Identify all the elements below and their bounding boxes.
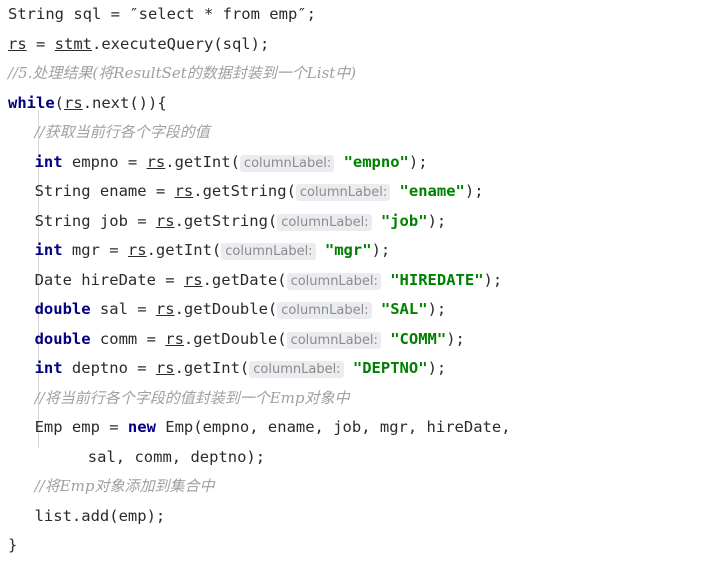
code-lines-container: String sql = ″select * from emp″; rs = st… — [0, 0, 711, 561]
keyword-token: new — [127, 418, 156, 436]
line-sql-declaration[interactable]: String sql = ″select * from emp″; — [0, 0, 711, 30]
code-token: .getDouble( — [174, 300, 278, 318]
code-token: Emp(empno, ename, job, mgr, hireDate, — [155, 418, 511, 436]
keyword-token: int — [34, 152, 63, 171]
code-token: ); — [408, 152, 428, 171]
code-token: empno = — [62, 152, 147, 171]
code-token: .getDate( — [202, 270, 287, 289]
field-reference: rs — [8, 34, 27, 53]
line-get-sal[interactable]: double sal = rs.getDouble(columnLabel: "… — [0, 295, 711, 325]
comment-token: //将Emp对象添加到集合中 — [34, 477, 215, 495]
line-new-emp[interactable]: Emp emp = new Emp(empno, ename, job, mgr… — [0, 413, 711, 443]
line-close-brace[interactable]: } — [0, 531, 711, 561]
string-literal: "COMM" — [380, 329, 447, 348]
line-comment-get-fields[interactable]: //获取当前行各个字段的值 — [0, 118, 711, 148]
code-token: .getInt( — [165, 152, 240, 171]
code-token: ); — [427, 300, 447, 318]
code-token: } — [8, 536, 18, 554]
code-token: ); — [427, 359, 447, 377]
parameter-hint[interactable]: columnLabel: — [277, 213, 372, 231]
comment-token: //5.处理结果(将ResultSet的数据封装到一个List中) — [8, 64, 357, 82]
keyword-token: double — [34, 300, 91, 318]
comment-token: //获取当前行各个字段的值 — [34, 123, 210, 141]
field-reference: rs — [165, 329, 184, 348]
keyword-token: while — [8, 93, 55, 112]
line-new-emp-continued[interactable]: sal, comm, deptno); — [0, 443, 711, 473]
code-token: Date hireDate = — [34, 270, 184, 289]
code-token: sal, comm, deptno); — [87, 447, 266, 466]
parameter-hint[interactable]: columnLabel: — [286, 331, 381, 349]
line-comment-add-to-list[interactable]: //将Emp对象添加到集合中 — [0, 472, 711, 502]
keyword-token: int — [34, 241, 63, 259]
parameter-hint[interactable]: columnLabel: — [286, 272, 381, 290]
parameter-hint[interactable]: columnLabel: — [249, 361, 344, 378]
line-get-deptno[interactable]: int deptno = rs.getInt(columnLabel: "DEP… — [0, 354, 711, 384]
string-literal: "ename" — [390, 182, 465, 200]
code-token: ( — [54, 93, 65, 112]
code-token: String sql = ″select * from emp″; — [8, 5, 316, 23]
parameter-hint[interactable]: columnLabel: — [239, 154, 335, 172]
line-comment-wrap-emp[interactable]: //将当前行各个字段的值封装到一个Emp对象中 — [0, 384, 711, 414]
code-token: .getInt( — [174, 359, 250, 377]
string-literal: "HIREDATE" — [380, 270, 484, 289]
field-reference: rs — [146, 152, 166, 171]
field-reference: rs — [155, 359, 175, 377]
line-get-mgr[interactable]: int mgr = rs.getInt(columnLabel: "mgr"); — [0, 236, 711, 266]
string-literal: "empno" — [334, 152, 409, 171]
line-while-next[interactable]: while(rs.next()){ — [0, 89, 711, 119]
code-token: .executeQuery(sql); — [92, 34, 270, 53]
line-execute-query[interactable]: rs = stmt.executeQuery(sql); — [0, 30, 711, 60]
code-token: comm = — [90, 329, 166, 348]
keyword-token: int — [34, 359, 63, 377]
code-token: = — [26, 34, 55, 53]
code-token: ); — [427, 211, 447, 230]
code-token: ); — [464, 182, 484, 200]
field-reference: rs — [155, 211, 175, 230]
line-list-add[interactable]: list.add(emp); — [0, 502, 711, 532]
code-token: list.add(emp); — [34, 506, 166, 525]
parameter-hint[interactable]: columnLabel: — [221, 243, 316, 260]
string-literal: "job" — [371, 211, 428, 230]
line-get-job[interactable]: String job = rs.getString(columnLabel: "… — [0, 207, 711, 237]
code-token: ); — [371, 241, 391, 259]
field-reference: stmt — [54, 34, 92, 53]
code-token: .getInt( — [146, 241, 222, 259]
code-token: .getString( — [193, 182, 296, 200]
code-token: String job = — [34, 211, 156, 230]
code-token: .getDouble( — [183, 329, 287, 348]
string-literal: "DEPTNO" — [343, 359, 428, 377]
comment-token: //将当前行各个字段的值封装到一个Emp对象中 — [34, 388, 350, 407]
field-reference: rs — [183, 270, 203, 289]
line-comment-step5[interactable]: //5.处理结果(将ResultSet的数据封装到一个List中) — [0, 59, 711, 89]
field-reference: rs — [155, 300, 175, 318]
string-literal: "mgr" — [315, 241, 372, 259]
field-reference: rs — [174, 182, 194, 200]
code-token: sal = — [90, 300, 156, 318]
line-get-hiredate[interactable]: Date hireDate = rs.getDate(columnLabel: … — [0, 266, 711, 296]
code-token: .getString( — [174, 211, 278, 230]
code-token: String ename = — [34, 182, 175, 200]
string-literal: "SAL" — [371, 300, 428, 318]
code-token: Emp emp = — [34, 418, 128, 436]
line-get-empno[interactable]: int empno = rs.getInt(columnLabel: "empn… — [0, 148, 711, 178]
field-reference: rs — [64, 93, 83, 112]
code-token: .next()){ — [82, 93, 167, 112]
code-token: mgr = — [62, 241, 128, 259]
field-reference: rs — [127, 241, 147, 259]
parameter-hint[interactable]: columnLabel: — [277, 302, 372, 319]
line-get-comm[interactable]: double comm = rs.getDouble(columnLabel: … — [0, 325, 711, 355]
code-editor[interactable]: String sql = ″select * from emp″; rs = st… — [0, 0, 711, 554]
parameter-hint[interactable]: columnLabel: — [295, 184, 391, 201]
line-get-ename[interactable]: String ename = rs.getString(columnLabel:… — [0, 177, 711, 207]
code-token: ); — [483, 270, 503, 289]
code-token: deptno = — [62, 359, 156, 377]
code-token: ); — [446, 329, 465, 348]
keyword-token: double — [34, 329, 91, 348]
